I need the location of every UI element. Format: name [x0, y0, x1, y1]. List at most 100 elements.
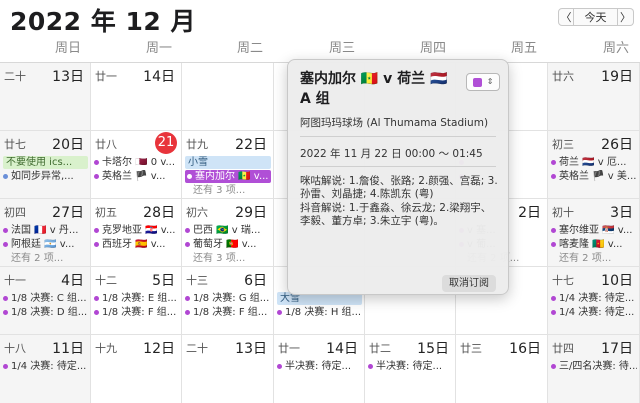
calendar-event[interactable]: 三/四名决赛: 待...	[551, 360, 637, 373]
day-cell[interactable]: 廿二 15日 半决赛: 待定...	[365, 335, 456, 403]
day-cell[interactable]: 廿六 19日	[548, 63, 640, 131]
day-cell[interactable]	[182, 63, 274, 131]
calendar-event[interactable]: 荷兰 🇳🇱 v 厄...	[551, 156, 637, 169]
event-label: 半决赛: 待定...	[376, 361, 443, 372]
calendar-event[interactable]: 葡萄牙 🇵🇹 v...	[185, 238, 271, 251]
day-cell[interactable]: 初四 27日 法国 🇫🇷 v 丹... 阿根廷 🇦🇷 v... 还有 2 项...	[0, 199, 91, 267]
day-cell[interactable]: 廿四 17日 三/四名决赛: 待...	[548, 335, 640, 403]
calendar-event[interactable]: 1/8 决赛: E 组...	[94, 292, 179, 305]
day-cell[interactable]: 十三 6日 1/8 决赛: G 组... 1/8 决赛: F 组...	[182, 267, 274, 335]
more-events-link[interactable]: 还有 2 项...	[551, 252, 637, 265]
day-number: 29日	[235, 205, 267, 221]
today-button[interactable]: 今天	[574, 8, 618, 26]
day-cell[interactable]: 廿一 14日	[91, 63, 182, 131]
event-label: 1/8 决赛: D 组...	[11, 307, 88, 318]
more-events-link[interactable]: 还有 3 项...	[185, 252, 271, 265]
event-label: 1/8 决赛: C 组...	[11, 293, 87, 304]
calendar-event[interactable]: 塞内加尔 🇸🇳 v...	[185, 170, 271, 183]
chevron-updown-icon: ⇕	[486, 77, 494, 86]
event-label: 喀麦隆 🇨🇲 v...	[559, 239, 623, 250]
month-navigation: 〈 今天 〉	[558, 8, 634, 26]
calendar-event[interactable]: 巴西 🇧🇷 v 瑞...	[185, 224, 271, 237]
more-events-link[interactable]: 还有 3 项...	[185, 184, 271, 197]
day-cell[interactable]: 十一 4日 1/8 决赛: C 组... 1/8 决赛: D 组...	[0, 267, 91, 335]
calendar-event[interactable]: 英格兰 🏴 v...	[94, 170, 179, 183]
day-cell[interactable]: 廿三 16日	[456, 335, 548, 403]
calendar-event[interactable]: 阿根廷 🇦🇷 v...	[3, 238, 88, 251]
calendar-event[interactable]: 法国 🇫🇷 v 丹...	[3, 224, 88, 237]
event-dot-icon	[94, 296, 99, 301]
day-cell[interactable]: 二十 13日	[182, 335, 274, 403]
day-number: 28日	[143, 205, 175, 221]
calendar-event[interactable]: 1/8 决赛: F 组...	[185, 306, 271, 319]
calendar-event[interactable]: 如同步异常,...	[3, 170, 88, 183]
day-number: 13日	[235, 341, 267, 357]
event-dot-icon	[187, 174, 192, 179]
day-number: 17日	[601, 341, 633, 357]
day-cell[interactable]: 初三 26日 荷兰 🇳🇱 v 厄... 英格兰 🏴 v 美...	[548, 131, 640, 199]
event-dot-icon	[3, 296, 8, 301]
calendar-event[interactable]: 半决赛: 待定...	[368, 360, 453, 373]
event-notes[interactable]: 咪咕解说: 1.詹俊、张路; 2.颜强、宫磊; 3.孙雷、刘晶捷; 4.陈凯东 …	[300, 175, 500, 228]
unsubscribe-button[interactable]: 取消订阅	[442, 275, 496, 292]
event-label: 还有 3 项...	[193, 185, 246, 196]
calendar-event[interactable]: 1/8 决赛: D 组...	[3, 306, 88, 319]
event-label: 1/4 决赛: 待定...	[559, 293, 635, 304]
day-cell[interactable]: 初六 29日 巴西 🇧🇷 v 瑞... 葡萄牙 🇵🇹 v... 还有 3 项...	[182, 199, 274, 267]
event-label: 卡塔尔 🇶🇦 0 v...	[102, 157, 176, 168]
day-cell[interactable]: 十七 10日 1/4 决赛: 待定... 1/4 决赛: 待定...	[548, 267, 640, 335]
previous-month-button[interactable]: 〈	[558, 8, 574, 26]
calendar-event[interactable]: 卡塔尔 🇶🇦 0 v...	[94, 156, 179, 169]
event-time[interactable]: 2022 年 11 月 22 日 00:00 ～ 01:45	[300, 146, 483, 161]
event-label: 葡萄牙 🇵🇹 v...	[193, 239, 257, 250]
day-cell[interactable]: 廿一 14日 半决赛: 待定...	[274, 335, 365, 403]
calendar-event[interactable]: 1/8 决赛: H 组...	[277, 306, 362, 319]
event-dot-icon	[551, 310, 556, 315]
day-number: 13日	[52, 69, 84, 85]
calendar-event[interactable]: 1/8 决赛: C 组...	[3, 292, 88, 305]
calendar-color-swatch	[472, 77, 482, 87]
calendar-event[interactable]: 克罗地亚 🇭🇷 v...	[94, 224, 179, 237]
calendar-event[interactable]: 半决赛: 待定...	[277, 360, 362, 373]
calendar-event[interactable]: 小雪	[185, 156, 271, 169]
lunar-date: 廿九	[186, 138, 208, 151]
day-cell[interactable]: 廿八 21 卡塔尔 🇶🇦 0 v... 英格兰 🏴 v...	[91, 131, 182, 199]
calendar-event[interactable]: 英格兰 🏴 v 美...	[551, 170, 637, 183]
calendar-event[interactable]: 西班牙 🇪🇸 v...	[94, 238, 179, 251]
event-label: 荷兰 🇳🇱 v 厄...	[559, 157, 627, 168]
day-cell[interactable]: 十九 12日	[91, 335, 182, 403]
calendar-selector[interactable]: ⇕	[466, 73, 500, 91]
calendar-event[interactable]: 1/4 决赛: 待定...	[551, 306, 637, 319]
event-label: 英格兰 🏴 v...	[102, 171, 166, 182]
event-title[interactable]: 塞内加尔 🇸🇳 v 荷兰 🇳🇱 A 组	[300, 69, 460, 109]
event-dot-icon	[3, 228, 8, 233]
day-number: 19日	[601, 69, 633, 85]
day-cell[interactable]: 二十 13日	[0, 63, 91, 131]
day-number: 20日	[52, 137, 84, 153]
next-month-button[interactable]: 〉	[618, 8, 634, 26]
event-dot-icon	[551, 364, 556, 369]
calendar-event[interactable]: 塞尔维亚 🇷🇸 v...	[551, 224, 637, 237]
weekday-header-row: 周日 周一 周二 周三 周四 周五 周六	[0, 38, 640, 60]
calendar-event[interactable]: 1/8 决赛: F 组...	[94, 306, 179, 319]
event-dot-icon	[3, 364, 8, 369]
calendar-event[interactable]: 1/4 决赛: 待定...	[551, 292, 637, 305]
day-cell[interactable]: 初十 3日 塞尔维亚 🇷🇸 v... 喀麦隆 🇨🇲 v... 还有 2 项...	[548, 199, 640, 267]
calendar-event[interactable]: 不要使用 ics...	[3, 156, 88, 169]
event-label: 还有 2 项...	[559, 253, 612, 264]
event-dot-icon	[551, 160, 556, 165]
calendar-event[interactable]: 1/8 决赛: G 组...	[185, 292, 271, 305]
event-location[interactable]: 阿图玛玛球场 (Al Thumama Stadium)	[300, 115, 488, 130]
day-cell[interactable]: 十八 11日 1/4 决赛: 待定...	[0, 335, 91, 403]
event-dot-icon	[551, 174, 556, 179]
day-cell[interactable]: 初五 28日 克罗地亚 🇭🇷 v... 西班牙 🇪🇸 v...	[91, 199, 182, 267]
event-label: 巴西 🇧🇷 v 瑞...	[193, 225, 261, 236]
day-cell[interactable]: 廿七 20日 不要使用 ics... 如同步异常,...	[0, 131, 91, 199]
day-number: 26日	[601, 137, 633, 153]
calendar-event[interactable]: 喀麦隆 🇨🇲 v...	[551, 238, 637, 251]
day-cell[interactable]: 廿九 22日 小雪 塞内加尔 🇸🇳 v... 还有 3 项...	[182, 131, 274, 199]
more-events-link[interactable]: 还有 2 项...	[3, 252, 88, 265]
calendar-event[interactable]: 1/4 决赛: 待定...	[3, 360, 88, 373]
day-cell[interactable]: 十二 5日 1/8 决赛: E 组... 1/8 决赛: F 组...	[91, 267, 182, 335]
lunar-date: 廿八	[95, 138, 117, 151]
